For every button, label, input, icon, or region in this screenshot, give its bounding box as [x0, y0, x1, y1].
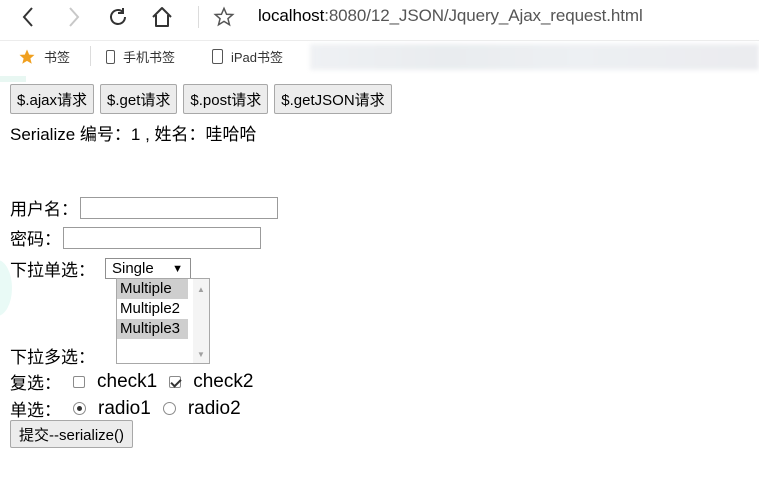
get-request-button[interactable]: $.get请求 — [100, 84, 178, 114]
check2-checkbox[interactable] — [169, 375, 182, 388]
check1-checkbox[interactable] — [73, 375, 85, 388]
username-label: 用户名： — [10, 200, 78, 219]
single-select-value: Single — [112, 260, 154, 277]
bookmark-folder-mobile[interactable]: 手机书签 — [106, 47, 175, 66]
page-edge-decoration — [0, 76, 26, 82]
password-label: 密码： — [10, 230, 61, 249]
radio2-label: radio2 — [187, 397, 241, 419]
listbox-scrollbar[interactable]: ▲ ▼ — [193, 279, 209, 363]
checkbox-group-label: 复选： — [10, 374, 61, 393]
bookmark-divider — [90, 46, 91, 66]
check2-label: check2 — [193, 370, 254, 392]
forward-arrow-icon — [69, 7, 80, 27]
home-icon — [152, 7, 172, 27]
scroll-up-icon[interactable]: ▲ — [197, 285, 205, 294]
radio1-radio[interactable] — [73, 402, 86, 415]
url-host: localhost — [258, 6, 325, 25]
bookmark-folder-ipad[interactable]: iPad书签 — [212, 47, 283, 66]
multi-option[interactable]: Multiple — [117, 279, 188, 299]
multi-select-listbox[interactable]: Multiple Multiple2 Multiple3 ▲ ▼ — [116, 278, 210, 364]
url-path: :8080/12_JSON/Jquery_Ajax_request.html — [324, 6, 643, 25]
request-buttons: $.ajax请求 $.get请求 $.post请求 $.getJSON请求 — [10, 84, 398, 114]
scroll-down-icon[interactable]: ▼ — [197, 350, 205, 359]
bookmark-label: iPad书签 — [231, 50, 284, 65]
bookmark-label: 书签 — [44, 50, 71, 65]
forward-button[interactable] — [60, 4, 88, 30]
browser-toolbar: localhost:8080/12_JSON/Jquery_Ajax_reque… — [0, 0, 759, 36]
dropdown-arrow-icon: ▼ — [172, 263, 183, 275]
bookmark-star-button[interactable] — [210, 4, 238, 30]
reload-button[interactable] — [104, 4, 132, 30]
radio-group-label: 单选： — [10, 401, 61, 420]
radio1-label: radio1 — [98, 397, 151, 419]
star-filled-icon — [19, 49, 35, 64]
username-input[interactable] — [80, 196, 278, 219]
checkbox-row: 复选： check1 check2 — [10, 369, 265, 394]
radio2-radio[interactable] — [162, 402, 176, 415]
post-request-button[interactable]: $.post请求 — [183, 84, 269, 114]
phone-icon — [106, 49, 115, 64]
check1-label: check1 — [97, 370, 158, 392]
password-row: 密码： — [10, 225, 261, 250]
multi-select-row: 下拉多选： — [10, 343, 95, 368]
blurred-bookmarks — [310, 44, 759, 70]
tablet-icon — [212, 49, 223, 64]
bookmark-label: 手机书签 — [123, 50, 176, 65]
back-button[interactable] — [14, 4, 42, 30]
getjson-request-button[interactable]: $.getJSON请求 — [274, 84, 392, 114]
password-input[interactable] — [63, 226, 261, 249]
reload-icon — [110, 8, 126, 25]
address-bar[interactable]: localhost:8080/12_JSON/Jquery_Ajax_reque… — [258, 6, 643, 26]
multi-option[interactable]: Multiple3 — [117, 319, 188, 339]
home-button[interactable] — [148, 4, 176, 30]
ajax-request-button[interactable]: $.ajax请求 — [10, 84, 95, 114]
star-outline-icon — [213, 6, 235, 27]
multi-option[interactable]: Multiple2 — [117, 299, 188, 319]
submit-serialize-button[interactable]: 提交--serialize() — [10, 420, 134, 448]
radio-row: 单选： radio1 radio2 — [10, 396, 253, 421]
serialize-result-text: Serialize 编号：1 , 姓名：哇哈哈 — [10, 125, 257, 144]
single-select-label: 下拉单选： — [10, 261, 95, 280]
submit-row: 提交--serialize() — [10, 420, 134, 448]
back-arrow-icon — [22, 7, 33, 27]
toolbar-divider — [198, 6, 199, 28]
username-row: 用户名： — [10, 195, 278, 220]
single-select-dropdown[interactable]: Single ▼ — [105, 258, 191, 279]
bookmark-folder-bookmarks[interactable]: 书签 — [18, 47, 70, 66]
multi-select-label: 下拉多选： — [10, 348, 95, 367]
